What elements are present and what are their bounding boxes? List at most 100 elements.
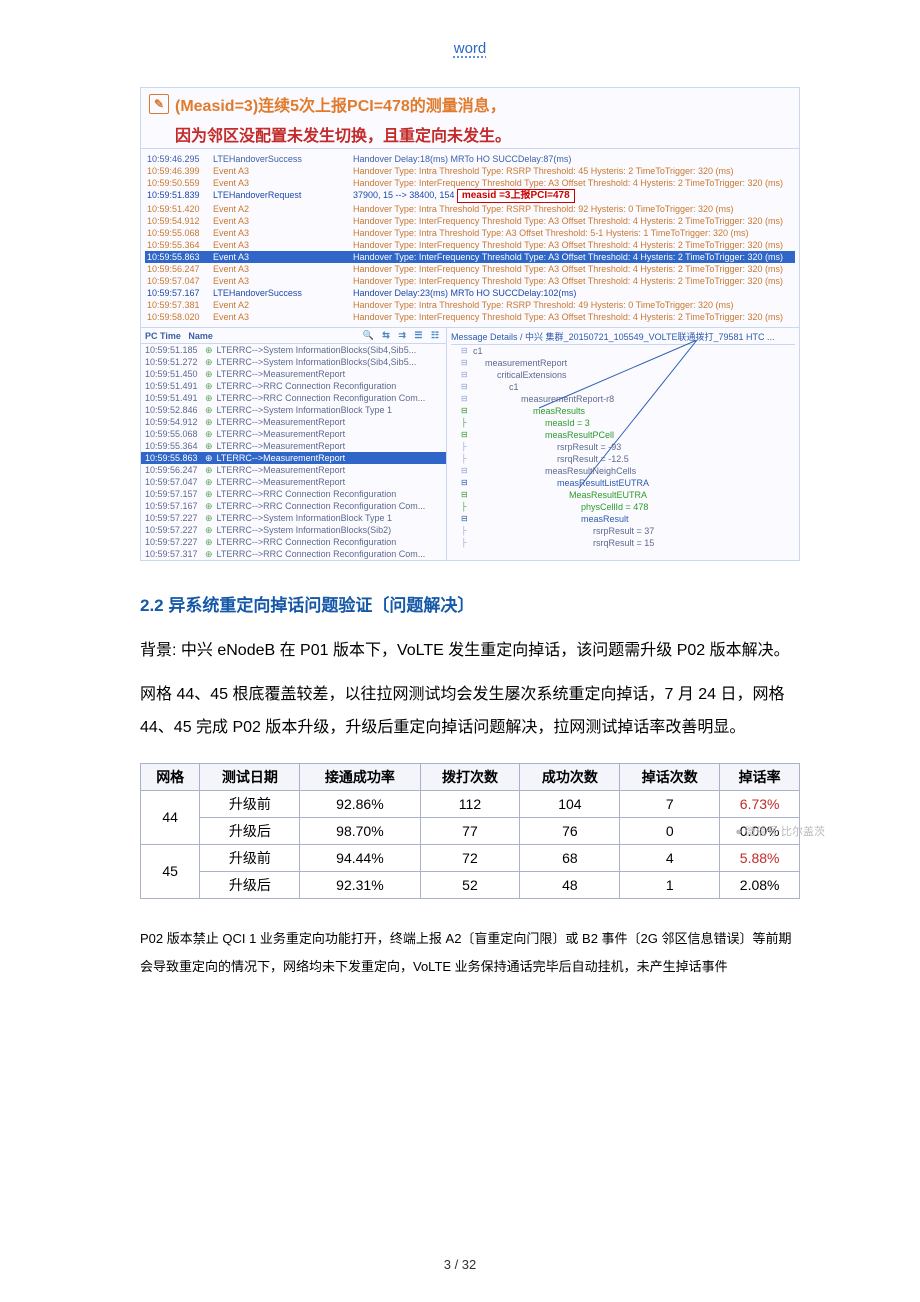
cell-droprate: 5.88% (720, 844, 800, 871)
event-row[interactable]: 10:59:50.559Event A3Handover Type: Inter… (145, 177, 795, 189)
tree-node[interactable]: measResult (451, 513, 795, 525)
cell-date: 升级前 (200, 844, 300, 871)
message-list-row[interactable]: 10:59:55.364⊕LTERRC-->MeasurementReport (141, 440, 446, 452)
message-list-row[interactable]: 10:59:57.157⊕LTERRC-->RRC Connection Rec… (141, 488, 446, 500)
table-row: 45升级前94.44%726845.88% (141, 844, 800, 871)
message-list-row[interactable]: 10:59:51.185⊕LTERRC-->System Information… (141, 344, 446, 356)
message-list-panel: PC Time Name 🔍 ⇆ ⇉ ☰ ☷ 10:59:51.185⊕LTER… (141, 328, 447, 560)
tree-leaf[interactable]: rsrqResult = -12.5 (451, 453, 795, 465)
message-details-tree: Message Details / 中兴 集群_20150721_105549_… (447, 328, 799, 560)
embedded-screenshot: ✎ (Measid=3)连续5次上报PCI=478的测量消息， 因为邻区没配置未… (140, 87, 800, 561)
cell-dials: 77 (420, 817, 520, 844)
tree-title: Message Details / 中兴 集群_20150721_105549_… (451, 330, 795, 345)
cell-dials: 72 (420, 844, 520, 871)
message-list-row[interactable]: 10:59:57.167⊕LTERRC-->RRC Connection Rec… (141, 500, 446, 512)
message-list-row[interactable]: 10:59:51.491⊕LTERRC-->RRC Connection Rec… (141, 392, 446, 404)
cell-droprate: 2.08% (720, 871, 800, 898)
tree-node[interactable]: measResultPCell (451, 429, 795, 441)
table-row: 升级后92.31%524812.08% (141, 871, 800, 898)
wechat-watermark: ● 微信号 比尔盖茨 (735, 823, 825, 839)
cell-dials: 52 (420, 871, 520, 898)
cell-succ: 48 (520, 871, 620, 898)
message-list-row[interactable]: 10:59:57.227⊕LTERRC-->RRC Connection Rec… (141, 536, 446, 548)
tree-leaf[interactable]: rsrpResult = -93 (451, 441, 795, 453)
table-header: 网格 (141, 763, 200, 790)
cell-date: 升级前 (200, 790, 300, 817)
caption-line2: 因为邻区没配置未发生切换，且重定向未发生。 (149, 122, 791, 146)
message-list-row[interactable]: 10:59:57.227⊕LTERRC-->System Information… (141, 512, 446, 524)
cell-rate: 94.44% (300, 844, 420, 871)
cell-succ: 68 (520, 844, 620, 871)
cell-rate: 92.31% (300, 871, 420, 898)
cell-droprate: 6.73% (720, 790, 800, 817)
message-list-row[interactable]: 10:59:57.047⊕LTERRC-->MeasurementReport (141, 476, 446, 488)
event-row[interactable]: 10:59:58.020Event A3Handover Type: Inter… (145, 311, 795, 323)
event-row[interactable]: 10:59:51.420Event A2Handover Type: Intra… (145, 203, 795, 215)
cell-date: 升级后 (200, 817, 300, 844)
event-row[interactable]: 10:59:57.381Event A2Handover Type: Intra… (145, 299, 795, 311)
table-header: 掉话率 (720, 763, 800, 790)
tree-leaf-measid[interactable]: measId = 3 (451, 417, 795, 429)
cell-drops: 1 (620, 871, 720, 898)
message-list-header: PC Time Name 🔍 ⇆ ⇉ ☰ ☷ (141, 328, 446, 344)
callout-icon: ✎ (149, 94, 169, 114)
tree-node[interactable]: measurementReport (451, 357, 795, 369)
table-header: 测试日期 (200, 763, 300, 790)
cell-rate: 98.70% (300, 817, 420, 844)
tree-leaf[interactable]: rsrqResult = 15 (451, 537, 795, 549)
toolbar-icons[interactable]: 🔍 ⇆ ⇉ ☰ ☷ (363, 330, 442, 341)
page-header: word (140, 40, 800, 57)
event-row[interactable]: 10:59:51.839LTEHandoverRequest37900, 15 … (145, 189, 795, 203)
event-row[interactable]: 10:59:46.399Event A3Handover Type: Intra… (145, 165, 795, 177)
section-heading: 2.2 异系统重定向掉话问题验证〔问题解决〕 (140, 591, 800, 616)
tree-node[interactable]: measResultListEUTRA (451, 477, 795, 489)
message-list-row[interactable]: 10:59:51.272⊕LTERRC-->System Information… (141, 356, 446, 368)
message-list-row[interactable]: 10:59:52.846⊕LTERRC-->System Information… (141, 404, 446, 416)
event-row[interactable]: 10:59:57.167LTEHandoverSuccessHandover D… (145, 287, 795, 299)
cell-succ: 104 (520, 790, 620, 817)
event-row[interactable]: 10:59:54.912Event A3Handover Type: Inter… (145, 215, 795, 227)
tree-node[interactable]: MeasResultEUTRA (451, 489, 795, 501)
event-row[interactable]: 10:59:55.364Event A3Handover Type: Inter… (145, 239, 795, 251)
cell-dials: 112 (420, 790, 520, 817)
message-list-row[interactable]: 10:59:51.450⊕LTERRC-->MeasurementReport (141, 368, 446, 380)
event-log-panel: 10:59:46.295LTEHandoverSuccessHandover D… (141, 148, 799, 327)
message-list-row[interactable]: 10:59:55.068⊕LTERRC-->MeasurementReport (141, 428, 446, 440)
cell-drops: 7 (620, 790, 720, 817)
cell-grid: 44 (141, 790, 200, 844)
tree-node[interactable]: measResultNeighCells (451, 465, 795, 477)
table-row: 升级后98.70%777600.00% (141, 817, 800, 844)
cell-date: 升级后 (200, 871, 300, 898)
tree-node[interactable]: c1 (451, 345, 795, 357)
cell-rate: 92.86% (300, 790, 420, 817)
paragraph-3: P02 版本禁止 QCI 1 业务重定向功能打开，终端上报 A2〔盲重定向门限〕… (140, 925, 800, 982)
cell-grid: 45 (141, 844, 200, 898)
caption-line1: (Measid=3)连续5次上报PCI=478的测量消息， (175, 92, 506, 116)
tree-node[interactable]: c1 (451, 381, 795, 393)
table-header: 成功次数 (520, 763, 620, 790)
message-list-row[interactable]: 10:59:51.491⊕LTERRC-->RRC Connection Rec… (141, 380, 446, 392)
message-list-row[interactable]: 10:59:56.247⊕LTERRC-->MeasurementReport (141, 464, 446, 476)
message-list-row[interactable]: 10:59:55.863⊕LTERRC-->MeasurementReport (141, 452, 446, 464)
paragraph-2: 网格 44、45 根底覆盖较差，以往拉网测试均会发生屡次系统重定向掉话，7 月 … (140, 678, 800, 745)
tree-node[interactable]: measResults (451, 405, 795, 417)
cell-drops: 4 (620, 844, 720, 871)
table-header: 掉话次数 (620, 763, 720, 790)
table-header: 接通成功率 (300, 763, 420, 790)
screenshot-caption: ✎ (Measid=3)连续5次上报PCI=478的测量消息， 因为邻区没配置未… (141, 88, 799, 148)
event-row[interactable]: 10:59:57.047Event A3Handover Type: Inter… (145, 275, 795, 287)
message-list-row[interactable]: 10:59:57.317⊕LTERRC-->RRC Connection Rec… (141, 548, 446, 560)
cell-drops: 0 (620, 817, 720, 844)
event-row[interactable]: 10:59:55.068Event A3Handover Type: Intra… (145, 227, 795, 239)
tree-node[interactable]: criticalExtensions (451, 369, 795, 381)
tree-node[interactable]: measurementReport-r8 (451, 393, 795, 405)
message-list-row[interactable]: 10:59:57.227⊕LTERRC-->System Information… (141, 524, 446, 536)
tree-leaf-pci[interactable]: physCellId = 478 (451, 501, 795, 513)
results-table: 网格测试日期接通成功率拨打次数成功次数掉话次数掉话率 44升级前92.86%11… (140, 763, 800, 899)
event-row[interactable]: 10:59:56.247Event A3Handover Type: Inter… (145, 263, 795, 275)
paragraph-1: 背景: 中兴 eNodeB 在 P01 版本下，VoLTE 发生重定向掉话，该问… (140, 634, 800, 668)
tree-leaf[interactable]: rsrpResult = 37 (451, 525, 795, 537)
message-list-row[interactable]: 10:59:54.912⊕LTERRC-->MeasurementReport (141, 416, 446, 428)
event-row[interactable]: 10:59:55.863Event A3Handover Type: Inter… (145, 251, 795, 263)
event-row[interactable]: 10:59:46.295LTEHandoverSuccessHandover D… (145, 153, 795, 165)
